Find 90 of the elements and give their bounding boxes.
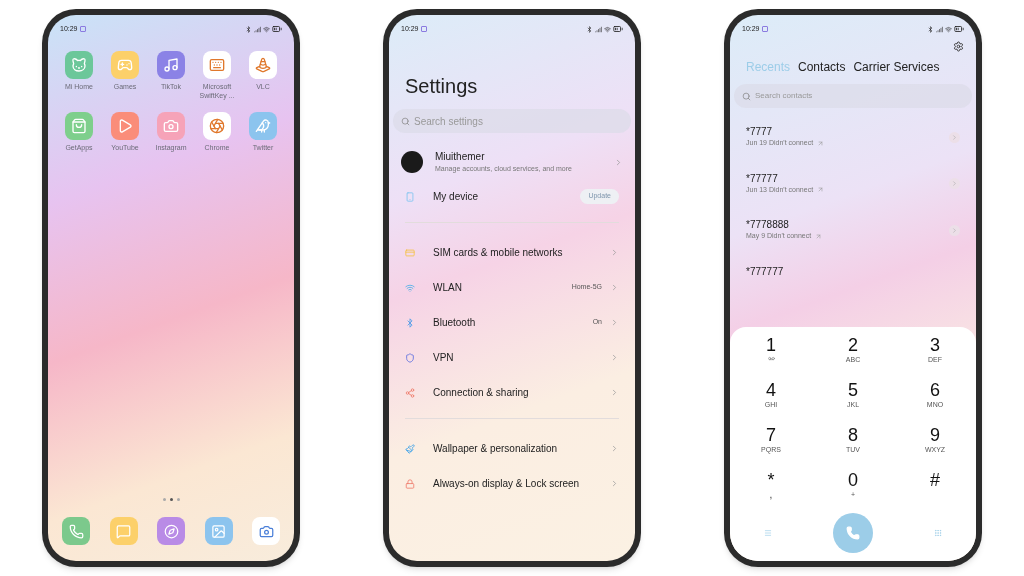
settings-label: My device bbox=[433, 190, 479, 203]
chevron-icon bbox=[610, 248, 619, 257]
dial-key[interactable]: * , bbox=[730, 470, 812, 509]
avatar bbox=[401, 151, 423, 173]
chevron-icon bbox=[610, 388, 619, 397]
lock-icon bbox=[405, 478, 415, 489]
chevron-icon bbox=[610, 479, 619, 488]
voicemail-icon bbox=[767, 355, 775, 362]
signal-icon bbox=[595, 25, 602, 33]
wifi-icon bbox=[263, 25, 270, 33]
outgoing-arrow-icon bbox=[815, 232, 823, 240]
page-title: Settings bbox=[404, 74, 479, 99]
details-button[interactable] bbox=[949, 178, 960, 190]
chevron-icon bbox=[610, 444, 619, 453]
cat-icon[interactable] bbox=[65, 51, 93, 79]
call-button[interactable] bbox=[833, 513, 873, 553]
settings-icon[interactable] bbox=[953, 41, 964, 52]
settings-label: Always-on display & Lock screen bbox=[433, 477, 581, 490]
cone-icon[interactable] bbox=[249, 51, 277, 79]
chat-icon[interactable] bbox=[109, 517, 138, 545]
search-icon bbox=[742, 91, 751, 101]
gamepad-icon[interactable] bbox=[111, 51, 139, 79]
phone-icon[interactable] bbox=[62, 517, 90, 545]
search-placeholder: Search settings bbox=[414, 114, 483, 129]
chevron-icon bbox=[610, 353, 619, 362]
camera-icon[interactable] bbox=[252, 517, 280, 545]
share-icon bbox=[405, 387, 415, 398]
settings-label: Connection & sharing bbox=[433, 386, 530, 399]
dial-pad-icon[interactable] bbox=[934, 529, 942, 537]
notification-icon bbox=[79, 26, 86, 32]
chevron-icon bbox=[610, 318, 619, 327]
paintbrush-icon bbox=[405, 443, 415, 454]
menu-icon[interactable] bbox=[764, 529, 772, 537]
phone-icon bbox=[405, 191, 415, 202]
search-icon bbox=[401, 116, 410, 126]
notification-icon bbox=[420, 26, 427, 32]
keyboard-icon[interactable] bbox=[203, 51, 231, 79]
vpn-icon bbox=[405, 352, 415, 363]
image-icon[interactable] bbox=[204, 517, 233, 545]
chevron-icon bbox=[614, 157, 623, 167]
settings-row[interactable]: Connection & sharing bbox=[405, 375, 619, 410]
settings-row[interactable]: Always-on display & Lock screen bbox=[405, 466, 619, 501]
chevron-icon bbox=[951, 226, 958, 234]
phone-number: *77777 bbox=[746, 172, 779, 185]
aperture-icon[interactable] bbox=[203, 112, 231, 140]
phone-number: *7778888 bbox=[746, 219, 790, 231]
settings-row[interactable]: SIM cards & mobile networks bbox=[405, 235, 619, 270]
dial-key[interactable]: 1 bbox=[730, 335, 812, 374]
bluetooth-icon bbox=[586, 25, 593, 33]
phone-number: *7777 bbox=[746, 126, 774, 138]
dial-key[interactable]: # bbox=[894, 470, 976, 509]
settings-label: WLAN bbox=[433, 281, 463, 294]
wifi-icon bbox=[945, 25, 952, 33]
battery-icon bbox=[954, 24, 964, 34]
music-note-icon[interactable] bbox=[157, 51, 185, 79]
camera-icon[interactable] bbox=[157, 112, 185, 140]
phone-icon bbox=[846, 526, 860, 540]
wifi-icon bbox=[405, 282, 415, 293]
settings-row[interactable]: Wallpaper & personalization bbox=[405, 431, 619, 466]
chevron-icon bbox=[951, 133, 958, 141]
bird-icon[interactable] bbox=[249, 112, 277, 140]
outgoing-arrow-icon bbox=[817, 186, 825, 194]
chevron-icon bbox=[610, 283, 619, 292]
details-button[interactable] bbox=[949, 131, 960, 143]
wifi-icon bbox=[604, 25, 611, 33]
account-name: Miuithemer bbox=[435, 150, 486, 165]
settings-row[interactable]: VPN bbox=[405, 340, 619, 375]
phone-number: *777777 bbox=[746, 265, 785, 278]
tab[interactable]: Contacts bbox=[798, 58, 846, 76]
settings-label: VPN bbox=[433, 351, 455, 364]
signal-icon bbox=[936, 25, 943, 33]
sim-card-icon bbox=[405, 247, 415, 258]
compass-icon[interactable] bbox=[157, 517, 185, 545]
notification-icon bbox=[761, 26, 768, 32]
chevron-icon bbox=[951, 180, 958, 188]
bluetooth-icon bbox=[927, 25, 934, 33]
battery-icon bbox=[613, 24, 623, 34]
tab[interactable]: Carrier Services bbox=[853, 58, 940, 76]
settings-label: SIM cards & mobile networks bbox=[433, 246, 564, 259]
settings-label: Bluetooth bbox=[433, 316, 477, 329]
search-placeholder: Search contacts bbox=[755, 90, 813, 102]
bluetooth-icon bbox=[245, 25, 252, 33]
settings-label: Wallpaper & personalization bbox=[433, 442, 559, 455]
battery-icon bbox=[272, 24, 282, 34]
signal-icon bbox=[254, 25, 261, 33]
shopping-bag-icon[interactable] bbox=[65, 112, 93, 140]
play-icon[interactable] bbox=[111, 112, 139, 140]
details-button[interactable] bbox=[949, 224, 960, 236]
outgoing-arrow-icon bbox=[817, 139, 825, 147]
bluetooth-icon bbox=[405, 317, 415, 328]
